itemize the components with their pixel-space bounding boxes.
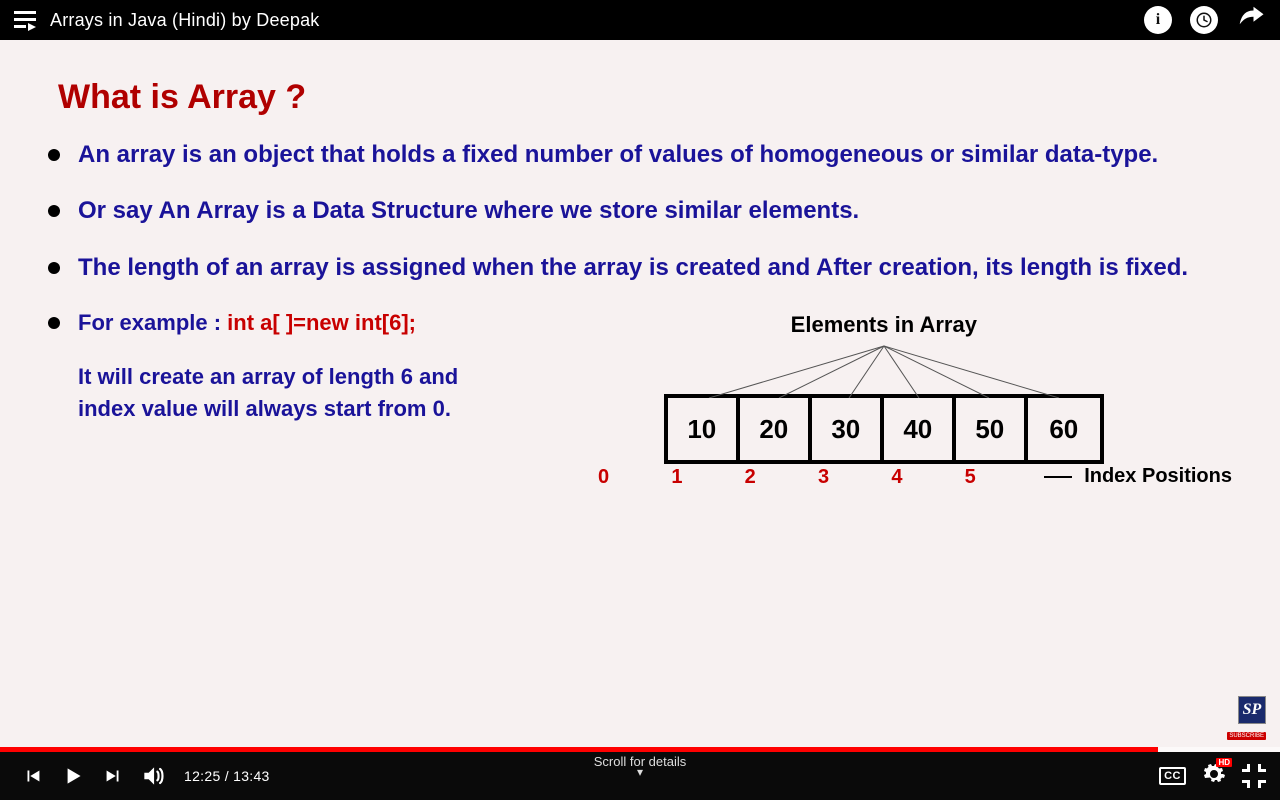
clock-icon [1195,11,1213,29]
index-row: 0 1 2 3 4 5 [567,466,1007,489]
example-block: For example : int a[ ]=new int[6]; It wi… [48,308,506,425]
index-value: 0 [568,466,640,489]
share-button[interactable] [1236,3,1266,38]
playlist-icon[interactable] [14,11,36,29]
bullet-text: Or say An Array is a Data Structure wher… [78,195,859,227]
settings-button[interactable]: HD [1202,762,1226,791]
top-right-controls: i [1144,3,1266,38]
bullet-list: An array is an object that holds a fixed… [48,139,1232,284]
example-text: For example : int a[ ]=new int[6]; [78,308,416,339]
bullet-dot [48,317,60,329]
next-button[interactable] [94,759,132,793]
subscribe-badge: SUBSCRIBE [1227,732,1266,740]
scroll-hint-text: Scroll for details [594,754,686,769]
right-controls: CC HD [1159,762,1266,791]
scroll-hint: Scroll for details ▾ [594,754,686,777]
bullet-text: An array is an object that holds a fixed… [78,139,1158,171]
sp-badge-icon: SP [1238,696,1266,724]
bullet-item: The length of an array is assigned when … [48,252,1232,284]
bullet-dot [48,205,60,217]
bullet-text: The length of an array is assigned when … [78,252,1188,284]
play-button[interactable] [52,757,94,795]
previous-button[interactable] [14,759,52,793]
skip-previous-icon [22,765,44,787]
array-cell: 20 [740,398,812,460]
volume-icon [140,763,166,789]
video-player: Arrays in Java (Hindi) by Deepak i What … [0,0,1280,800]
pointer-lines [674,344,1094,398]
array-cell: 50 [956,398,1028,460]
array-cell: 40 [884,398,956,460]
index-value: 4 [861,466,933,489]
example-explain: It will create an array of length 6 and … [78,361,506,425]
slide-heading: What is Array ? [58,78,1232,117]
array-cell: 60 [1028,398,1100,460]
captions-button[interactable]: CC [1159,767,1186,785]
watch-later-button[interactable] [1190,6,1218,34]
index-value: 3 [788,466,860,489]
array-cell: 10 [668,398,740,460]
example-label: For example : [78,310,227,335]
array-cell: 30 [812,398,884,460]
bullet-item: Or say An Array is a Data Structure wher… [48,195,1232,227]
exit-fullscreen-button[interactable] [1242,764,1266,788]
bullet-item: An array is an object that holds a fixed… [48,139,1232,171]
video-top-overlay: Arrays in Java (Hindi) by Deepak i [0,0,1280,40]
index-row-wrap: 0 1 2 3 4 5 Index Positions [536,464,1232,489]
index-connector [1044,476,1072,478]
video-title: Arrays in Java (Hindi) by Deepak [50,10,320,31]
channel-logo: SP SUBSCRIBE [1227,696,1266,742]
elements-label: Elements in Array [536,312,1232,338]
example-row: For example : int a[ ]=new int[6]; [48,308,506,339]
player-controls: 12:25 / 13:43 Scroll for details ▾ CC HD [0,752,1280,800]
info-button[interactable]: i [1144,6,1172,34]
array-diagram: Elements in Array 10 20 30 40 [536,308,1232,489]
example-code: int a[ ]=new int[6]; [227,310,416,335]
index-positions-label: Index Positions [1084,465,1232,488]
play-icon [60,763,86,789]
time-display: 12:25 / 13:43 [184,768,270,784]
index-value: 1 [641,466,713,489]
index-value: 2 [714,466,786,489]
array-cells: 10 20 30 40 50 60 [664,394,1104,464]
share-icon [1236,3,1266,33]
lower-section: For example : int a[ ]=new int[6]; It wi… [48,308,1232,489]
slide-content: What is Array ? An array is an object th… [0,40,1280,752]
hd-badge: HD [1216,758,1232,767]
volume-button[interactable] [132,757,174,795]
bullet-dot [48,262,60,274]
chevron-down-icon: ▾ [594,767,686,777]
index-value: 5 [934,466,1006,489]
skip-next-icon [102,765,124,787]
bullet-dot [48,149,60,161]
